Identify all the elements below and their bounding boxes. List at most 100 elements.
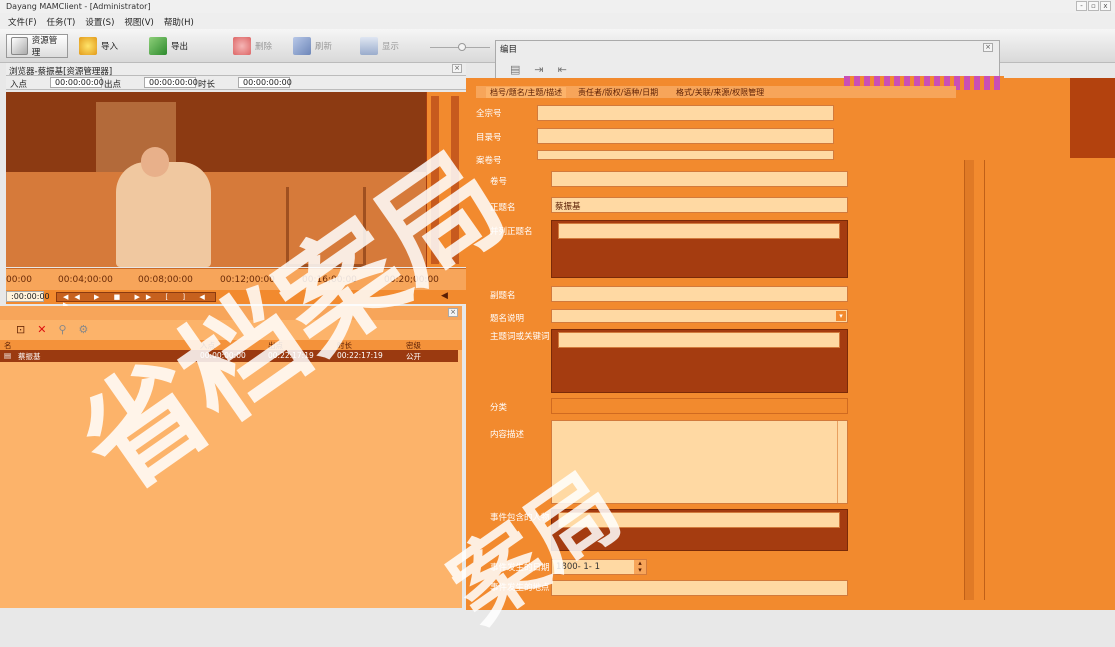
clip-list-panel: × ⊡ ✕ ⚲ ⚙ 名 入点 出点 时长 密级 ▤ 蔡振基 00:00:00:0…	[0, 306, 462, 608]
row-level: 公开	[406, 352, 421, 361]
label-volume-number: 卷号	[490, 177, 508, 187]
ruler-tick: 00:04;00:00	[58, 275, 113, 285]
import-arrow-icon[interactable]: ⇥	[534, 63, 543, 76]
import-button[interactable]: 导入	[74, 34, 123, 58]
new-icon[interactable]: ⊡	[16, 323, 25, 337]
duration-field[interactable]: 00:00:00:00	[238, 77, 292, 88]
tab-title-subject[interactable]: 档号/题名/主题/描述	[486, 87, 567, 98]
clip-list-toolbar: ⊡ ✕ ⚲ ⚙	[0, 320, 462, 340]
display-icon	[360, 37, 378, 55]
timeline-ruler[interactable]: 00:00 00:04;00:00 00:08;00:00 00:12;00:0…	[6, 268, 466, 290]
close-button[interactable]: x	[1100, 1, 1111, 11]
label-main-title: 正题名	[490, 203, 516, 213]
duration-label: 时长	[198, 80, 216, 90]
delete-label: 删除	[255, 42, 273, 52]
volume-number-input[interactable]	[551, 171, 848, 187]
label-parallel-title: 并列正题名	[490, 227, 533, 237]
clip-list-close-button[interactable]: ×	[448, 308, 458, 317]
content-description-textarea[interactable]	[551, 420, 848, 504]
in-point-field[interactable]: 00:00:00:00	[50, 77, 104, 88]
transport-controls[interactable]: ◀◀ ▶ ■ ▶▶ [ ] ◀ ▶	[56, 292, 216, 309]
out-point-field[interactable]: 00:00:00:00	[144, 77, 198, 88]
event-location-input[interactable]	[551, 580, 848, 596]
catalog-tabs: 档号/题名/主题/描述 责任者/版权/语种/日期 格式/关联/来源/权限管理	[476, 86, 956, 98]
label-persons: 事件包含的人物	[490, 513, 550, 523]
label-file-number: 案卷号	[476, 156, 502, 166]
table-row[interactable]: ▤ 蔡振基 00:00:00:00 00:22:17:19 00:22:17:1…	[0, 350, 458, 362]
resource-management-button[interactable]: 资源管理	[6, 34, 68, 58]
export-arrow-icon[interactable]: ⇤	[558, 63, 567, 76]
row-out: 00:22:17:19	[268, 351, 314, 360]
link-icon[interactable]: ⚲	[58, 323, 66, 337]
ruler-tick: 00:20;00:00	[384, 275, 439, 285]
keywords-entry[interactable]	[558, 332, 840, 348]
parallel-title-list[interactable]	[551, 220, 848, 278]
audio-meter	[426, 92, 466, 267]
export-button[interactable]: 导出	[144, 34, 193, 58]
menu-task[interactable]: 任务(T)	[47, 16, 76, 28]
title-note-select[interactable]: ▾	[551, 309, 848, 323]
refresh-button[interactable]: 刷新	[288, 34, 337, 58]
display-label: 显示	[382, 42, 400, 52]
tab-format-relations[interactable]: 格式/关联/来源/权限管理	[676, 87, 764, 98]
menu-view[interactable]: 视图(V)	[124, 16, 153, 28]
save-icon[interactable]: ▤	[510, 63, 520, 76]
collapse-arrow-icon[interactable]: ◀	[441, 291, 448, 301]
label-event-location: 事件发生的地点	[490, 583, 550, 593]
transport-bar: :00:00:00 ◀◀ ▶ ■ ▶▶ [ ] ◀ ▶ ◀	[6, 290, 466, 309]
tab-responsible-rights[interactable]: 责任者/版权/语种/日期	[578, 87, 658, 98]
refresh-label: 刷新	[315, 42, 333, 52]
catalog-close-button[interactable]: ×	[983, 43, 993, 52]
video-preview[interactable]	[6, 92, 426, 267]
persons-list[interactable]	[551, 509, 848, 551]
clip-list-columns: 名 入点 出点 时长 密级	[0, 340, 462, 350]
menu-help[interactable]: 帮助(H)	[164, 16, 194, 28]
delete-icon	[233, 37, 251, 55]
date-spinner[interactable]: ▴ ▾	[634, 560, 646, 574]
fonds-number-input[interactable]	[537, 105, 834, 121]
classification-input[interactable]	[551, 398, 848, 414]
catalog-title: 编目	[500, 45, 518, 55]
chevron-down-icon[interactable]: ▾	[836, 311, 846, 321]
restore-button[interactable]: ▫	[1088, 1, 1099, 11]
video-chairs	[286, 187, 366, 267]
video-wall	[6, 92, 426, 172]
keywords-list[interactable]	[551, 329, 848, 393]
row-file-icon: ▤	[4, 351, 12, 360]
right-dark-strip	[1070, 78, 1115, 158]
ruler-tick: 00:00	[6, 275, 32, 285]
catalog-number-input[interactable]	[537, 128, 834, 144]
row-duration: 00:22:17:19	[337, 351, 383, 360]
current-timecode[interactable]: :00:00:00	[6, 291, 50, 302]
zoom-slider-thumb[interactable]	[458, 43, 466, 51]
label-content-description: 内容描述	[490, 430, 525, 440]
menu-file[interactable]: 文件(F)	[8, 16, 37, 28]
ruler-tick: 00:12;00:00	[220, 275, 275, 285]
ruler-tick: 00:08;00:00	[138, 275, 193, 285]
main-title-input[interactable]: 蔡振基	[551, 197, 848, 213]
textarea-scrollbar[interactable]	[837, 421, 847, 503]
settings-icon[interactable]: ⚙	[79, 323, 89, 337]
parallel-title-entry[interactable]	[558, 223, 840, 239]
label-title-note: 题名说明	[490, 314, 525, 324]
video-person	[116, 162, 211, 267]
delete-button[interactable]: 删除	[228, 34, 277, 58]
refresh-icon	[293, 37, 311, 55]
audio-meter-right	[451, 96, 459, 264]
persons-entry[interactable]	[558, 512, 840, 528]
resource-icon	[11, 37, 28, 55]
out-point-label: 出点	[104, 80, 122, 90]
event-date-picker[interactable]: 1800- 1- 1	[551, 559, 647, 575]
row-name: 蔡振基	[18, 352, 41, 361]
minimize-button[interactable]: -	[1076, 1, 1087, 11]
subtitle-input[interactable]	[551, 286, 848, 302]
menu-settings[interactable]: 设置(S)	[85, 16, 114, 28]
import-icon	[79, 37, 97, 55]
catalog-scrollbar[interactable]	[964, 160, 974, 600]
row-in: 00:00:00:00	[200, 351, 246, 360]
label-fonds-number: 全宗号	[476, 109, 502, 119]
remove-icon[interactable]: ✕	[37, 323, 46, 337]
browser-close-button[interactable]: ×	[452, 64, 462, 73]
file-number-input[interactable]	[537, 150, 834, 160]
display-button[interactable]: 显示	[355, 34, 404, 58]
